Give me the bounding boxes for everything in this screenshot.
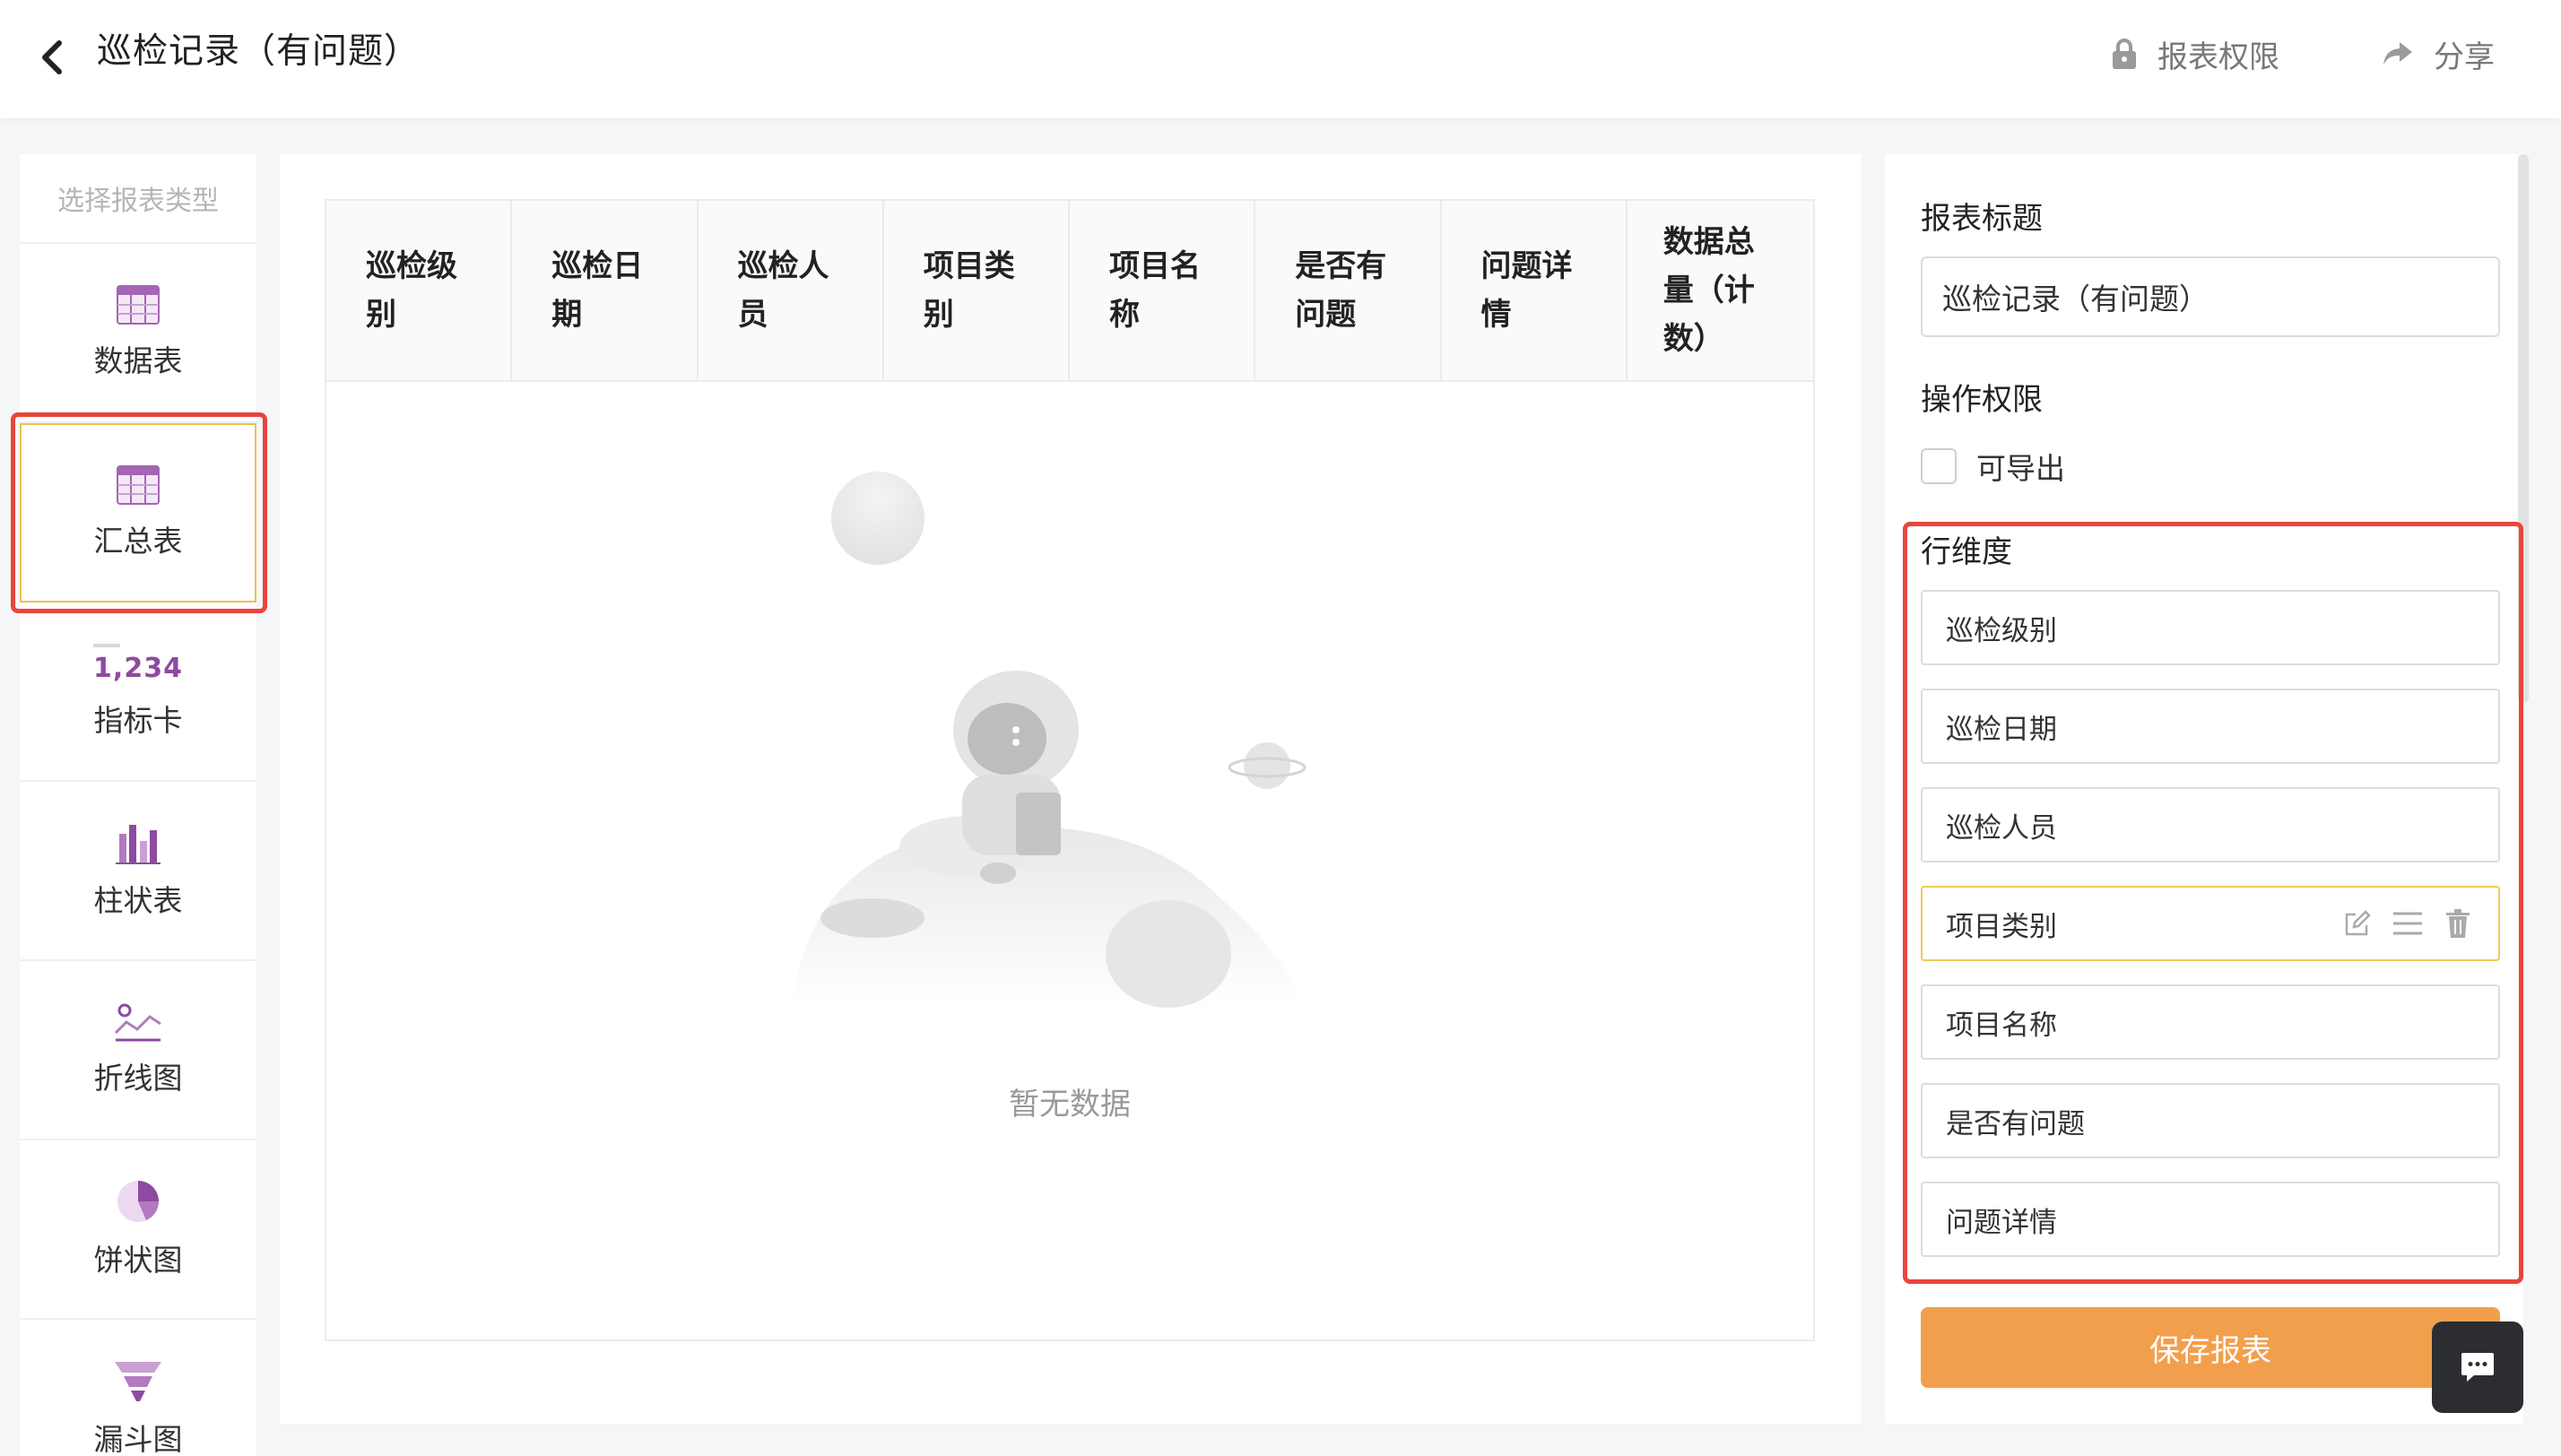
save-report-button[interactable]: 保存报表 [1921, 1307, 2500, 1388]
report-preview-panel: 巡检级别 巡检日期 巡检人员 项目类别 项目名称 是否有问题 问题详情 数据总量… [280, 154, 1862, 1424]
export-checkbox[interactable] [1921, 448, 1957, 484]
type-item-pie-chart[interactable]: 饼状图 [20, 1140, 256, 1320]
edit-icon [2345, 910, 2371, 936]
table-header-cell[interactable]: 巡检级别 [326, 201, 513, 380]
back-button[interactable] [25, 30, 79, 84]
summary-table: 巡检级别 巡检日期 巡检人员 项目类别 项目名称 是否有问题 问题详情 数据总量… [325, 199, 1815, 1341]
type-item-funnel-chart[interactable]: 漏斗图 [20, 1320, 256, 1456]
chat-button[interactable] [2432, 1322, 2523, 1413]
chevron-left-icon [42, 40, 62, 74]
empty-state-text: 暂无数据 [1009, 1087, 1131, 1122]
row-dimension-tools [2340, 906, 2475, 940]
row-dimension-label: 问题详情 [1946, 1206, 2057, 1239]
table-header-cell[interactable]: 项目类别 [884, 201, 1070, 380]
report-title-input[interactable] [1921, 256, 2500, 337]
type-item-label: 数据表 [93, 343, 183, 378]
row-dimension-label: 项目类别 [1946, 910, 2057, 943]
type-item-line-chart[interactable]: 折线图 [20, 961, 256, 1140]
top-header: 巡检记录（有问题） 报表权限 分享 [0, 0, 2561, 118]
row-dimension-item[interactable]: 巡检人员 [1921, 787, 2500, 862]
table-header-row: 巡检级别 巡检日期 巡检人员 项目类别 项目名称 是否有问题 问题详情 数据总量… [326, 201, 1813, 382]
type-item-label: 饼状图 [93, 1243, 183, 1278]
row-dimension-label: 巡检日期 [1946, 713, 2057, 746]
row-dimension-item[interactable]: 问题详情 [1921, 1182, 2500, 1257]
funnel-chart-icon [115, 1362, 161, 1401]
report-permission-label: 报表权限 [2157, 39, 2279, 75]
share-button[interactable]: 分享 [2382, 27, 2495, 81]
report-title-label: 报表标题 [1921, 201, 2043, 237]
type-item-bar-chart[interactable]: 柱状表 [20, 782, 256, 961]
table-header-cell[interactable]: 巡检日期 [512, 201, 699, 380]
table-header-cell[interactable]: 是否有问题 [1255, 201, 1442, 380]
type-item-label: 柱状表 [93, 883, 183, 918]
drag-handle-button[interactable] [2391, 906, 2425, 940]
row-dimension-item[interactable]: 是否有问题 [1921, 1083, 2500, 1158]
table-header-cell[interactable]: 数据总量（计数） [1628, 201, 1813, 380]
report-type-panel: 选择报表类型 数据表 汇总表 1,234 指标卡 柱状表 折线图 饼状图 漏斗图 [20, 154, 256, 1456]
delete-button[interactable] [2441, 906, 2475, 940]
export-checkbox-label: 可导出 [1976, 451, 2065, 486]
type-item-metric-card[interactable]: 1,234 指标卡 [20, 602, 256, 782]
row-dimension-item-active[interactable]: 项目类别 [1921, 886, 2500, 961]
type-item-summary-table[interactable]: 汇总表 [20, 423, 256, 602]
bar-chart-icon [116, 825, 161, 864]
row-dimension-item[interactable]: 巡检级别 [1921, 590, 2500, 665]
report-type-panel-title: 选择报表类型 [20, 154, 256, 244]
table-header-cell[interactable]: 问题详情 [1442, 201, 1628, 380]
line-chart-icon [114, 1003, 161, 1042]
type-item-label: 汇总表 [93, 524, 183, 559]
table-header-cell[interactable]: 项目名称 [1070, 201, 1256, 380]
row-dimension-item[interactable]: 巡检日期 [1921, 689, 2500, 764]
row-dimensions-label: 行维度 [1921, 534, 2012, 570]
type-item-label: 指标卡 [93, 702, 183, 738]
share-label: 分享 [2434, 39, 2495, 75]
edit-button[interactable] [2340, 906, 2374, 940]
export-checkbox-row[interactable]: 可导出 [1921, 445, 2065, 488]
row-dimension-label: 巡检级别 [1946, 614, 2057, 647]
type-item-label: 折线图 [93, 1061, 183, 1096]
astronaut-empty-illustration [792, 472, 1307, 1008]
type-item-data-table[interactable]: 数据表 [20, 244, 256, 423]
row-dimension-label: 是否有问题 [1946, 1107, 2085, 1140]
table-header-cell[interactable]: 巡检人员 [699, 201, 884, 380]
share-arrow-icon [2383, 42, 2412, 65]
summary-table-icon [117, 465, 160, 505]
row-dimension-item[interactable]: 项目名称 [1921, 984, 2500, 1060]
lock-icon [2113, 39, 2136, 69]
type-item-label: 漏斗图 [93, 1422, 183, 1456]
pie-chart-icon [117, 1181, 159, 1222]
table-icon [117, 285, 160, 325]
page-title: 巡检记录（有问题） [97, 31, 421, 72]
empty-state: 暂无数据 [326, 470, 1813, 1123]
row-dimension-label: 巡检人员 [1946, 811, 2057, 845]
report-config-panel: 报表标题 操作权限 可导出 行维度 巡检级别 巡检日期 巡检人员 项目类别 [1885, 154, 2523, 1424]
trash-icon [2446, 909, 2470, 938]
config-panel-scrollbar[interactable] [2518, 154, 2529, 703]
row-dimension-label: 项目名称 [1946, 1009, 2057, 1042]
operation-permission-label: 操作权限 [1921, 382, 2043, 418]
chat-bubble-icon [2461, 1353, 2494, 1382]
metric-card-icon: 1,234 [93, 643, 183, 684]
report-permission-button[interactable]: 报表权限 [2111, 27, 2279, 81]
menu-lines-icon [2393, 912, 2422, 935]
